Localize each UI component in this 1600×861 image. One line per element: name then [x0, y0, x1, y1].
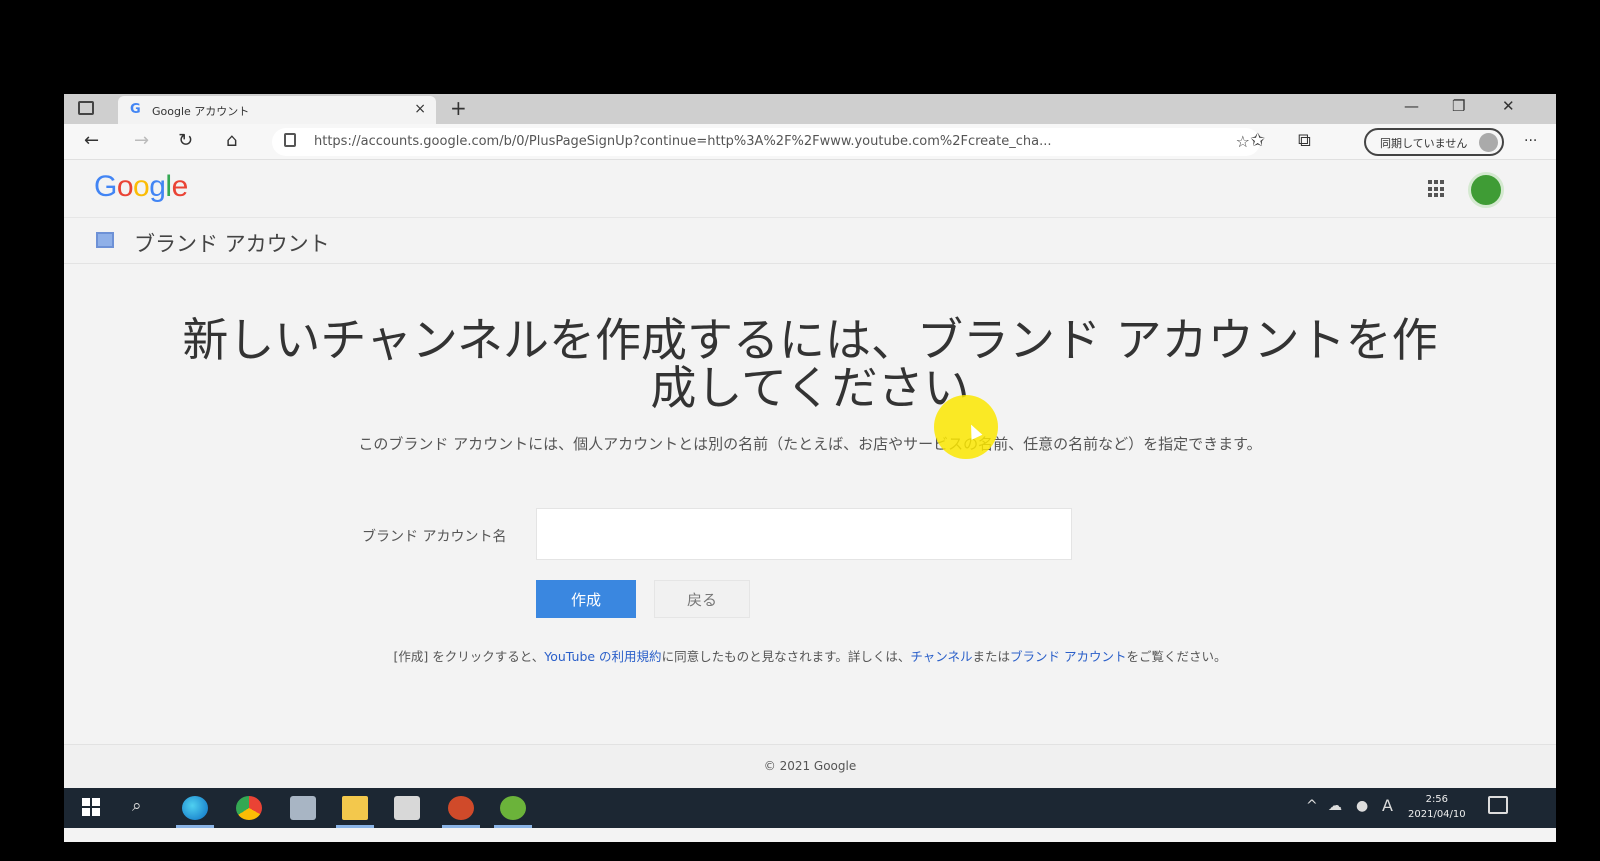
- refresh-icon[interactable]: ↻: [178, 130, 193, 151]
- file-explorer-taskbar-icon[interactable]: [336, 796, 374, 828]
- chrome-taskbar-icon[interactable]: [236, 796, 262, 820]
- show-hidden-icons-icon[interactable]: ^: [1306, 798, 1318, 814]
- new-tab-button[interactable]: +: [450, 96, 467, 120]
- more-menu-icon[interactable]: ···: [1524, 133, 1537, 149]
- sync-status-label: 同期していません: [1380, 137, 1468, 150]
- page-title-line1: 新しいチャンネルを作成するには、ブランド アカウントを作: [182, 316, 1438, 367]
- edge-taskbar-icon[interactable]: [176, 796, 214, 828]
- browser-window: G Google アカウント × + — ❐ ✕ ← → ↻ ⌂ https:/…: [64, 94, 1556, 842]
- tab-google-account[interactable]: G Google アカウント ×: [118, 96, 436, 124]
- back-button[interactable]: 戻る: [654, 580, 750, 618]
- browser-toolbar: ← → ↻ ⌂ https://accounts.google.com/b/0/…: [64, 124, 1556, 160]
- page-title: 新しいチャンネルを作成するには、ブランド アカウントを作 成してください: [64, 316, 1556, 412]
- page-title-line2: 成してください: [650, 361, 970, 412]
- youtube-terms-link[interactable]: YouTube の利用規約: [544, 649, 661, 664]
- clock-time: 2:56: [1425, 794, 1449, 805]
- lock-icon: [284, 133, 296, 147]
- or-text: または: [972, 649, 1010, 664]
- close-window-button[interactable]: ✕: [1502, 97, 1515, 115]
- clock-date: 2021/04/10: [1408, 809, 1466, 820]
- mail-taskbar-icon[interactable]: [290, 796, 316, 820]
- windows-taskbar: ⌕ ^ ☁ ● A 2:56 2021/04/10: [64, 788, 1556, 828]
- favorites-icon[interactable]: ✩: [1250, 130, 1265, 151]
- copyright-text: © 2021 Google: [763, 759, 857, 773]
- description-text: このブランド アカウントには、個人アカウントとは別の名前（たとえば、お店やサービ…: [358, 435, 1262, 453]
- minimize-button[interactable]: —: [1404, 97, 1419, 115]
- address-bar[interactable]: https://accounts.google.com/b/0/PlusPage…: [272, 128, 1260, 156]
- channel-link[interactable]: チャンネル: [910, 649, 972, 664]
- tab-title: Google アカウント: [152, 105, 250, 118]
- tab-close-icon[interactable]: ×: [414, 101, 426, 117]
- restore-button[interactable]: ❐: [1452, 97, 1465, 115]
- tab-bar: G Google アカウント × + — ❐ ✕: [64, 94, 1556, 124]
- create-button[interactable]: 作成: [536, 580, 636, 618]
- url-text: https://accounts.google.com/b/0/PlusPage…: [314, 134, 1052, 149]
- google-favicon-icon: G: [130, 102, 141, 117]
- onedrive-icon[interactable]: ☁: [1328, 798, 1342, 814]
- page-footer: © 2021 Google: [64, 744, 1556, 788]
- section-title: ブランド アカウント: [134, 232, 330, 256]
- profile-avatar: [1479, 133, 1498, 152]
- powerpoint-taskbar-icon[interactable]: [442, 796, 480, 828]
- store-taskbar-icon[interactable]: [394, 796, 420, 820]
- terms-middle: に同意したものと見なされます。詳しくは、: [661, 649, 911, 664]
- microphone-icon[interactable]: ●: [1356, 798, 1368, 814]
- app-taskbar-icon[interactable]: [494, 796, 532, 828]
- terms-prefix: [作成] をクリックすると、: [393, 649, 545, 664]
- windows-start-icon[interactable]: [82, 798, 100, 816]
- search-icon[interactable]: ⌕: [132, 796, 142, 816]
- google-header: Google: [64, 160, 1556, 218]
- add-favorite-icon[interactable]: ☆: [1236, 132, 1250, 151]
- section-header: ブランド アカウント: [64, 218, 1556, 264]
- account-avatar[interactable]: [1468, 172, 1504, 208]
- brand-account-icon: [96, 232, 114, 248]
- terms-suffix: をご覧ください。: [1126, 649, 1227, 664]
- back-arrow-icon[interactable]: ←: [84, 130, 99, 151]
- profile-sync-button[interactable]: 同期していません: [1364, 128, 1504, 156]
- brand-name-label: ブランド アカウント名: [362, 529, 507, 545]
- brand-account-link[interactable]: ブランド アカウント: [1010, 649, 1126, 664]
- tab-actions-icon[interactable]: [78, 101, 94, 115]
- collections-icon[interactable]: ⧉: [1298, 130, 1311, 151]
- forward-arrow-icon[interactable]: →: [134, 130, 149, 151]
- brand-name-input[interactable]: [536, 508, 1072, 560]
- apps-grid-icon[interactable]: [1428, 180, 1446, 198]
- notification-center-icon[interactable]: [1488, 796, 1508, 814]
- google-logo[interactable]: Google: [94, 170, 188, 204]
- taskbar-clock[interactable]: 2:56 2021/04/10: [1408, 792, 1466, 822]
- ime-indicator[interactable]: A: [1382, 796, 1393, 815]
- terms-text: [作成] をクリックすると、YouTube の利用規約に同意したものと見なされま…: [64, 646, 1556, 665]
- home-icon[interactable]: ⌂: [226, 130, 237, 151]
